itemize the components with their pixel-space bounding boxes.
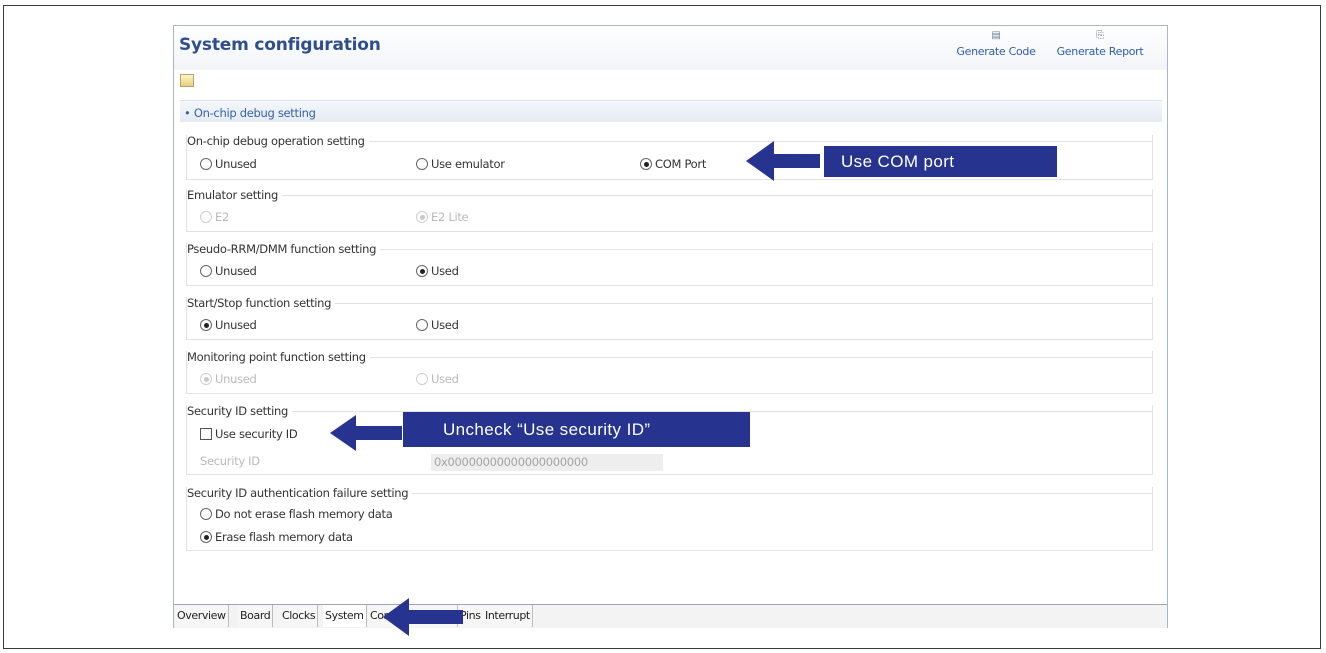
tab-system[interactable]: System — [323, 605, 367, 627]
radio-used[interactable]: Used — [416, 372, 459, 386]
generate-report-button[interactable]: ⎘ Generate Report — [1038, 29, 1162, 65]
security-id-label: Security ID — [200, 454, 260, 468]
radio-button-selected[interactable] — [200, 531, 212, 543]
emulator-group: Emulator setting E2 E2 Lite — [186, 188, 1153, 232]
radio-unused[interactable]: Unused — [200, 264, 257, 278]
section-label: • On-chip debug setting — [184, 106, 316, 120]
start-stop-group: Start/Stop function setting Unused Used — [186, 296, 1153, 340]
page-title: System configuration — [179, 35, 381, 55]
arrow-to-system-tab-icon — [383, 598, 463, 636]
group-title: Emulator setting — [187, 188, 282, 202]
generate-code-button[interactable]: ▤ Generate Code — [956, 29, 1036, 65]
use-security-id-checkbox[interactable]: Use security ID — [200, 427, 298, 441]
group-title: On-chip debug operation setting — [187, 134, 369, 148]
tab-board[interactable]: Board — [238, 605, 274, 627]
generate-report-label: Generate Report — [1056, 45, 1144, 58]
restore-defaults-icon[interactable] — [180, 74, 194, 87]
group-title: Start/Stop function setting — [187, 296, 336, 310]
radio-erase[interactable]: Erase flash memory data — [200, 530, 353, 544]
pseudo-rrm-group: Pseudo-RRM/DMM function setting Unused U… — [186, 242, 1153, 286]
radio-use-emulator[interactable]: Use emulator — [416, 157, 505, 171]
radio-button[interactable] — [416, 158, 428, 170]
radio-unused[interactable]: Unused — [200, 318, 257, 332]
section-header[interactable]: • On-chip debug setting — [180, 100, 1162, 122]
configuration-window: System configuration ▤ Generate Code ⎘ G… — [173, 25, 1168, 628]
tab-interrupt[interactable]: Interrupt — [483, 605, 533, 627]
radio-com-port[interactable]: COM Port — [640, 157, 706, 171]
radio-button-selected[interactable] — [200, 373, 212, 385]
generate-code-label: Generate Code — [956, 45, 1036, 58]
radio-button-selected[interactable] — [200, 319, 212, 331]
radio-button[interactable] — [200, 158, 212, 170]
radio-used[interactable]: Used — [416, 318, 459, 332]
security-id-field[interactable]: 0x00000000000000000000 — [431, 454, 663, 471]
radio-button-selected[interactable] — [640, 158, 652, 170]
tab-clocks[interactable]: Clocks — [280, 605, 319, 627]
group-title: Monitoring point function setting — [187, 350, 370, 364]
window-header: System configuration ▤ Generate Code ⎘ G… — [174, 26, 1167, 70]
radio-button-selected[interactable] — [416, 211, 428, 223]
tab-overview[interactable]: Overview — [175, 605, 229, 627]
arrow-to-com-port-icon — [746, 141, 820, 181]
radio-button[interactable] — [200, 211, 212, 223]
checkbox[interactable] — [200, 428, 212, 440]
radio-used[interactable]: Used — [416, 264, 459, 278]
radio-button-selected[interactable] — [416, 265, 428, 277]
group-title: Security ID setting — [187, 404, 292, 418]
callout-uncheck-security-id: Uncheck “Use security ID” — [403, 412, 750, 447]
group-title: Pseudo-RRM/DMM function setting — [187, 242, 381, 256]
radio-button[interactable] — [200, 508, 212, 520]
radio-e2-lite[interactable]: E2 Lite — [416, 210, 469, 224]
radio-unused[interactable]: Unused — [200, 157, 257, 171]
radio-button[interactable] — [416, 373, 428, 385]
radio-do-not-erase[interactable]: Do not erase flash memory data — [200, 507, 393, 521]
radio-e2[interactable]: E2 — [200, 210, 229, 224]
group-title: Security ID authentication failure setti… — [187, 486, 413, 500]
auth-failure-group: Security ID authentication failure setti… — [186, 486, 1153, 551]
arrow-to-security-id-icon — [330, 415, 402, 451]
tab-bar: Overview Board Clocks System Components … — [174, 604, 1167, 628]
printer-icon: ⎘ — [1096, 30, 1104, 41]
radio-button[interactable] — [200, 265, 212, 277]
monitoring-group: Monitoring point function setting Unused… — [186, 350, 1153, 394]
radio-button[interactable] — [416, 319, 428, 331]
radio-unused[interactable]: Unused — [200, 372, 257, 386]
generate-code-icon: ▤ — [991, 30, 1001, 41]
callout-use-com-port: Use COM port — [824, 146, 1057, 177]
